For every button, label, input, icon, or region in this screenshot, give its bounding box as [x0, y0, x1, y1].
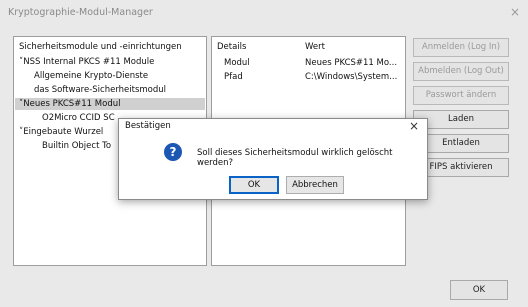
window-close-icon[interactable]: × — [510, 5, 520, 19]
value-column-header: Wert — [305, 42, 325, 52]
logout-button[interactable]: Abmelden (Log Out) — [413, 62, 509, 81]
dialog-cancel-button[interactable]: Abbrechen — [286, 176, 344, 194]
tree-header: Sicherheitsmodule und -einrichtungen — [19, 42, 182, 52]
details-row-value: C:\Windows\System... — [305, 72, 398, 82]
change-password-button[interactable]: Passwort ändern — [413, 86, 509, 105]
details-row-key: Pfad — [224, 72, 243, 82]
tree-item-nss-internal[interactable]: ˅NSS Internal PKCS #11 Module — [19, 56, 154, 68]
tree-item-o2micro-ccid[interactable]: O2Micro CCID SC — [42, 112, 122, 124]
dialog-ok-button[interactable]: OK — [229, 176, 279, 194]
main-ok-button[interactable]: OK — [450, 280, 508, 300]
dialog-message: Soll dieses Sicherheitsmodul wirklich ge… — [197, 148, 393, 168]
login-button[interactable]: Anmelden (Log In) — [413, 38, 509, 57]
dialog-title: Bestätigen — [125, 121, 171, 131]
confirm-dialog: Bestätigen × ? Soll dieses Sicherheitsmo… — [118, 118, 428, 200]
tree-item-software-security-module[interactable]: das Software-Sicherheitsmodul — [34, 84, 166, 96]
details-row-value: Neues PKCS#11 Mo... — [305, 58, 398, 68]
details-column-header: Details — [217, 42, 247, 52]
question-icon: ? — [164, 143, 182, 161]
tree-item-new-pkcs11-module[interactable]: ˅Neues PKCS#11 Modul — [15, 98, 205, 110]
details-row-key: Modul — [224, 58, 250, 68]
tree-item-builtin-object-token[interactable]: Builtin Object To — [42, 140, 124, 152]
tree-item-general-crypto-services[interactable]: Allgemeine Krypto-Dienste — [34, 70, 148, 82]
dialog-close-icon[interactable]: × — [409, 119, 419, 133]
window-title: Kryptographie-Modul-Manager — [8, 7, 153, 18]
tree-item-builtin-roots[interactable]: ˅Eingebaute Wurzel — [19, 126, 119, 138]
